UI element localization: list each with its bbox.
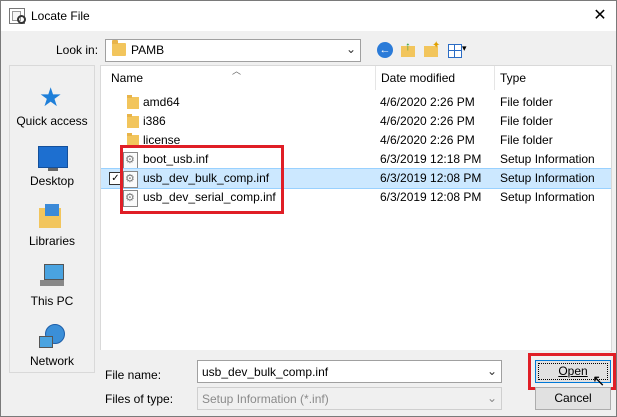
back-button[interactable]: ← <box>375 40 395 60</box>
chevron-down-icon: ⌄ <box>486 391 497 405</box>
sparkle-icon: ✦ <box>432 40 441 51</box>
file-type: Setup Information <box>500 171 595 185</box>
file-row[interactable]: i386 4/6/2020 2:26 PM File folder <box>101 112 611 131</box>
look-in-value: PAMB <box>131 43 165 57</box>
file-list: ︿ Name Date modified Type amd64 4/6/2020… <box>100 65 612 352</box>
close-button[interactable]: ✕ <box>591 7 609 25</box>
file-name-value: usb_dev_bulk_comp.inf <box>202 365 329 379</box>
view-grid-icon <box>448 44 462 58</box>
computer-icon <box>40 264 64 288</box>
back-arrow-icon: ← <box>377 42 393 58</box>
file-row[interactable]: amd64 4/6/2020 2:26 PM File folder <box>101 93 611 112</box>
locate-file-dialog: Locate File ✕ Look in: PAMB ⌄ ← ↑ ✦ ▾ ★ … <box>0 0 617 417</box>
column-header-date[interactable]: Date modified <box>375 66 495 90</box>
cancel-button[interactable]: Cancel <box>535 387 611 410</box>
place-desktop[interactable]: Desktop <box>10 136 94 196</box>
files-of-type-label: Files of type: <box>105 392 174 406</box>
column-header-type[interactable]: Type <box>494 66 610 90</box>
chevron-down-icon: ⌄ <box>345 42 356 56</box>
mouse-pointer-icon: ↖ <box>592 373 606 390</box>
file-name: i386 <box>143 114 166 128</box>
window-title: Locate File <box>31 9 90 23</box>
look-in-label: Look in: <box>56 43 99 57</box>
highlight-box-files <box>120 145 284 214</box>
place-libraries[interactable]: Libraries <box>10 196 94 256</box>
file-name-input[interactable]: usb_dev_bulk_comp.inf ⌄ <box>197 360 502 383</box>
file-name: amd64 <box>143 95 180 109</box>
folder-icon <box>127 95 139 109</box>
files-of-type-select[interactable]: Setup Information (*.inf) ⌄ <box>197 387 502 410</box>
folder-icon <box>127 114 139 128</box>
search-file-icon <box>9 8 26 24</box>
column-header-name[interactable]: Name <box>105 66 377 90</box>
look-in-dropdown[interactable]: PAMB ⌄ <box>105 39 361 62</box>
file-name-label: File name: <box>105 368 162 382</box>
file-date: 4/6/2020 2:26 PM <box>380 133 475 147</box>
network-icon <box>39 324 65 350</box>
place-network[interactable]: Network <box>10 316 94 376</box>
file-type: File folder <box>500 95 553 109</box>
title-bar: Locate File ✕ <box>1 1 616 31</box>
place-label: Network <box>29 354 74 368</box>
chevron-down-icon[interactable]: ⌄ <box>487 364 497 378</box>
file-date: 6/3/2019 12:08 PM <box>380 171 482 185</box>
up-arrow-icon: ↑ <box>405 39 411 53</box>
file-type: Setup Information <box>500 152 595 166</box>
new-folder-button[interactable]: ✦ <box>422 40 442 60</box>
folder-icon <box>112 40 126 56</box>
place-quick-access[interactable]: ★ Quick access <box>10 76 94 136</box>
view-menu-button[interactable]: ▾ <box>446 40 472 60</box>
place-label: This PC <box>30 294 74 308</box>
libraries-icon <box>39 204 65 228</box>
file-date: 6/3/2019 12:08 PM <box>380 190 482 204</box>
place-label: Quick access <box>16 114 88 128</box>
place-this-pc[interactable]: This PC <box>10 256 94 316</box>
up-folder-button[interactable]: ↑ <box>399 39 419 60</box>
file-date: 4/6/2020 2:26 PM <box>380 95 475 109</box>
file-type: Setup Information <box>500 190 595 204</box>
places-bar: ★ Quick access Desktop Libraries This PC… <box>9 65 95 373</box>
star-icon: ★ <box>39 82 63 112</box>
place-label: Desktop <box>29 174 75 188</box>
file-type: File folder <box>500 133 553 147</box>
place-label: Libraries <box>28 234 76 248</box>
file-type: File folder <box>500 114 553 128</box>
desktop-icon <box>38 146 68 171</box>
file-date: 6/3/2019 12:18 PM <box>380 152 482 166</box>
dropdown-arrow-icon: ▾ <box>462 43 467 53</box>
files-of-type-value: Setup Information (*.inf) <box>202 392 329 406</box>
file-date: 4/6/2020 2:26 PM <box>380 114 475 128</box>
